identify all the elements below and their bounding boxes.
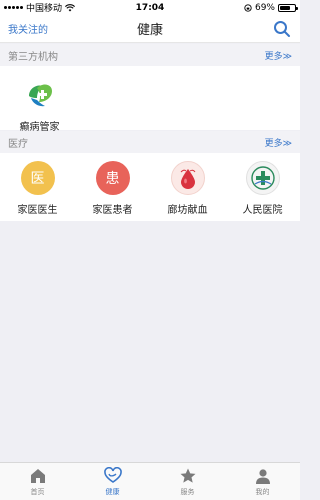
home-icon xyxy=(30,468,45,483)
doctor-glyph: 医 xyxy=(30,171,45,187)
blood-drop-icon xyxy=(170,161,205,195)
battery-icon xyxy=(278,3,298,12)
app-label: 家医患者 xyxy=(92,205,133,216)
medical-header: 医疗 更多≫ xyxy=(0,131,300,153)
leaf-cross-icon xyxy=(23,78,57,112)
medical-panel: 医 家医医生 患 家医患者 廊坊献血 人民医院 xyxy=(0,153,300,221)
user-icon xyxy=(255,468,270,484)
star-icon xyxy=(180,468,195,483)
app-item-blood-donation[interactable]: 廊坊献血 xyxy=(150,161,225,216)
hospital-logo-icon xyxy=(245,161,280,195)
tab-mine[interactable]: 我的 xyxy=(225,463,300,500)
tab-home[interactable]: 首页 xyxy=(0,463,75,500)
nav-bar: 我关注的 健康 xyxy=(0,15,300,43)
search-icon[interactable] xyxy=(273,20,291,38)
app-item-disease-manager[interactable]: 癫病管家 xyxy=(2,78,77,133)
rotation-lock-icon xyxy=(244,3,252,12)
tab-label-service: 服务 xyxy=(180,487,195,496)
more-third-party-link[interactable]: 更多≫ xyxy=(265,49,292,62)
section-title-medical: 医疗 xyxy=(8,138,28,150)
app-label: 人民医院 xyxy=(242,205,283,216)
heart-icon xyxy=(103,466,122,483)
battery-fill xyxy=(280,5,290,10)
app-item-family-patient[interactable]: 患 家医患者 xyxy=(75,161,150,216)
app-label: 廊坊献血 xyxy=(167,205,208,216)
tab-bar: 首页 健康 服务 我的 xyxy=(0,462,300,500)
app-label: 家医医生 xyxy=(17,205,58,216)
tab-health[interactable]: 健康 xyxy=(75,463,150,500)
section-title-third-party: 第三方机构 xyxy=(8,51,58,63)
battery-percent: 69% xyxy=(254,2,275,13)
patient-glyph: 患 xyxy=(105,171,120,187)
more-medical-link[interactable]: 更多≫ xyxy=(265,136,292,149)
status-bar: 中国移动 17:04 69% xyxy=(0,0,300,15)
status-right: 69% xyxy=(244,0,298,15)
my-following-link[interactable]: 我关注的 xyxy=(8,21,48,36)
patient-icon: 患 xyxy=(95,161,130,195)
third-party-header: 第三方机构 更多≫ xyxy=(0,44,300,66)
tab-label-home: 首页 xyxy=(30,487,45,496)
tab-service[interactable]: 服务 xyxy=(150,463,225,500)
doctor-icon: 医 xyxy=(20,161,55,195)
tab-label-health: 健康 xyxy=(105,487,120,496)
app-item-family-doctor[interactable]: 医 家医医生 xyxy=(0,161,75,216)
app-item-people-hospital[interactable]: 人民医院 xyxy=(225,161,300,216)
tab-label-mine: 我的 xyxy=(255,487,270,496)
third-party-panel: 癫病管家 xyxy=(0,66,300,133)
